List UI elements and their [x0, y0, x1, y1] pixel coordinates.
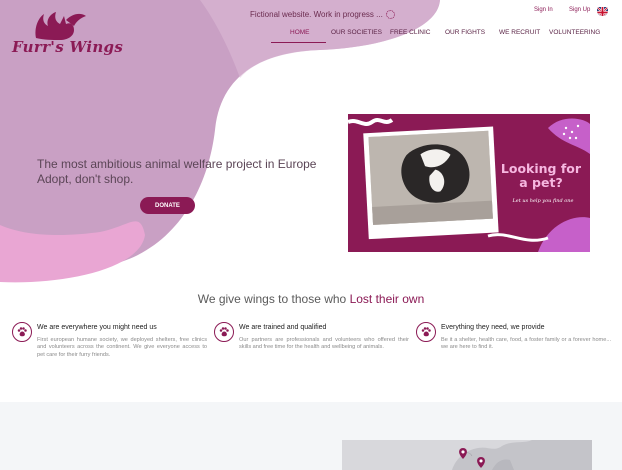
nav-our-societies[interactable]: OUR SOCIETIES [331, 29, 382, 36]
uk-flag-icon[interactable] [597, 5, 608, 16]
paw-icon [12, 322, 32, 342]
nav-home[interactable]: HOME [290, 29, 310, 36]
mission-headline-accent: Lost their own [349, 292, 425, 306]
feature-description: Our partners are professionals and volun… [239, 337, 409, 351]
mission-headline-prefix: We give wings to those who [197, 292, 350, 306]
hero-tagline-line1: The most ambitious animal welfare projec… [37, 157, 317, 171]
donate-button[interactable]: DONATE [140, 197, 195, 214]
society-map[interactable] [342, 440, 592, 470]
mission-headline: We give wings to those who Lost their ow… [0, 292, 622, 306]
map-pin-icon[interactable] [477, 457, 485, 468]
loading-spinner-icon [385, 10, 395, 19]
fictional-notice: Fictional website. Work in progress ... [250, 10, 395, 19]
nav-our-fights[interactable]: OUR FIGHTS [445, 29, 485, 36]
europe-map-shape [452, 440, 592, 470]
adoption-banner[interactable]: Looking for a pet? Let us help you find … [348, 114, 590, 252]
paw-icon [214, 322, 234, 342]
nav-we-recruit[interactable]: WE RECRUIT [499, 29, 540, 36]
banner-subtitle: Let us help you find one [512, 198, 574, 204]
feature-title: We are trained and qualified [239, 324, 327, 331]
feature-description: First european humane society, we deploy… [37, 337, 207, 358]
feature-title: We are everywhere you might need us [37, 324, 157, 331]
nav-free-clinic[interactable]: FREE CLINIC [390, 29, 430, 36]
feature-description: Be it a shelter, health care, food, a fo… [441, 337, 611, 351]
sign-up-link[interactable]: Sign Up [569, 7, 590, 13]
sign-in-link[interactable]: Sign In [534, 7, 553, 13]
nav-active-indicator [271, 42, 326, 43]
map-pin-icon[interactable] [459, 448, 467, 459]
nav-volunteering[interactable]: VOLUNTEERING [549, 29, 600, 36]
banner-title: Looking for a pet? [500, 161, 582, 190]
feature-title: Everything they need, we provide [441, 324, 545, 331]
hero-tagline: The most ambitious animal welfare projec… [37, 157, 316, 187]
paw-icon [416, 322, 436, 342]
hero-tagline-line2: Adopt, don't shop. [37, 172, 134, 186]
